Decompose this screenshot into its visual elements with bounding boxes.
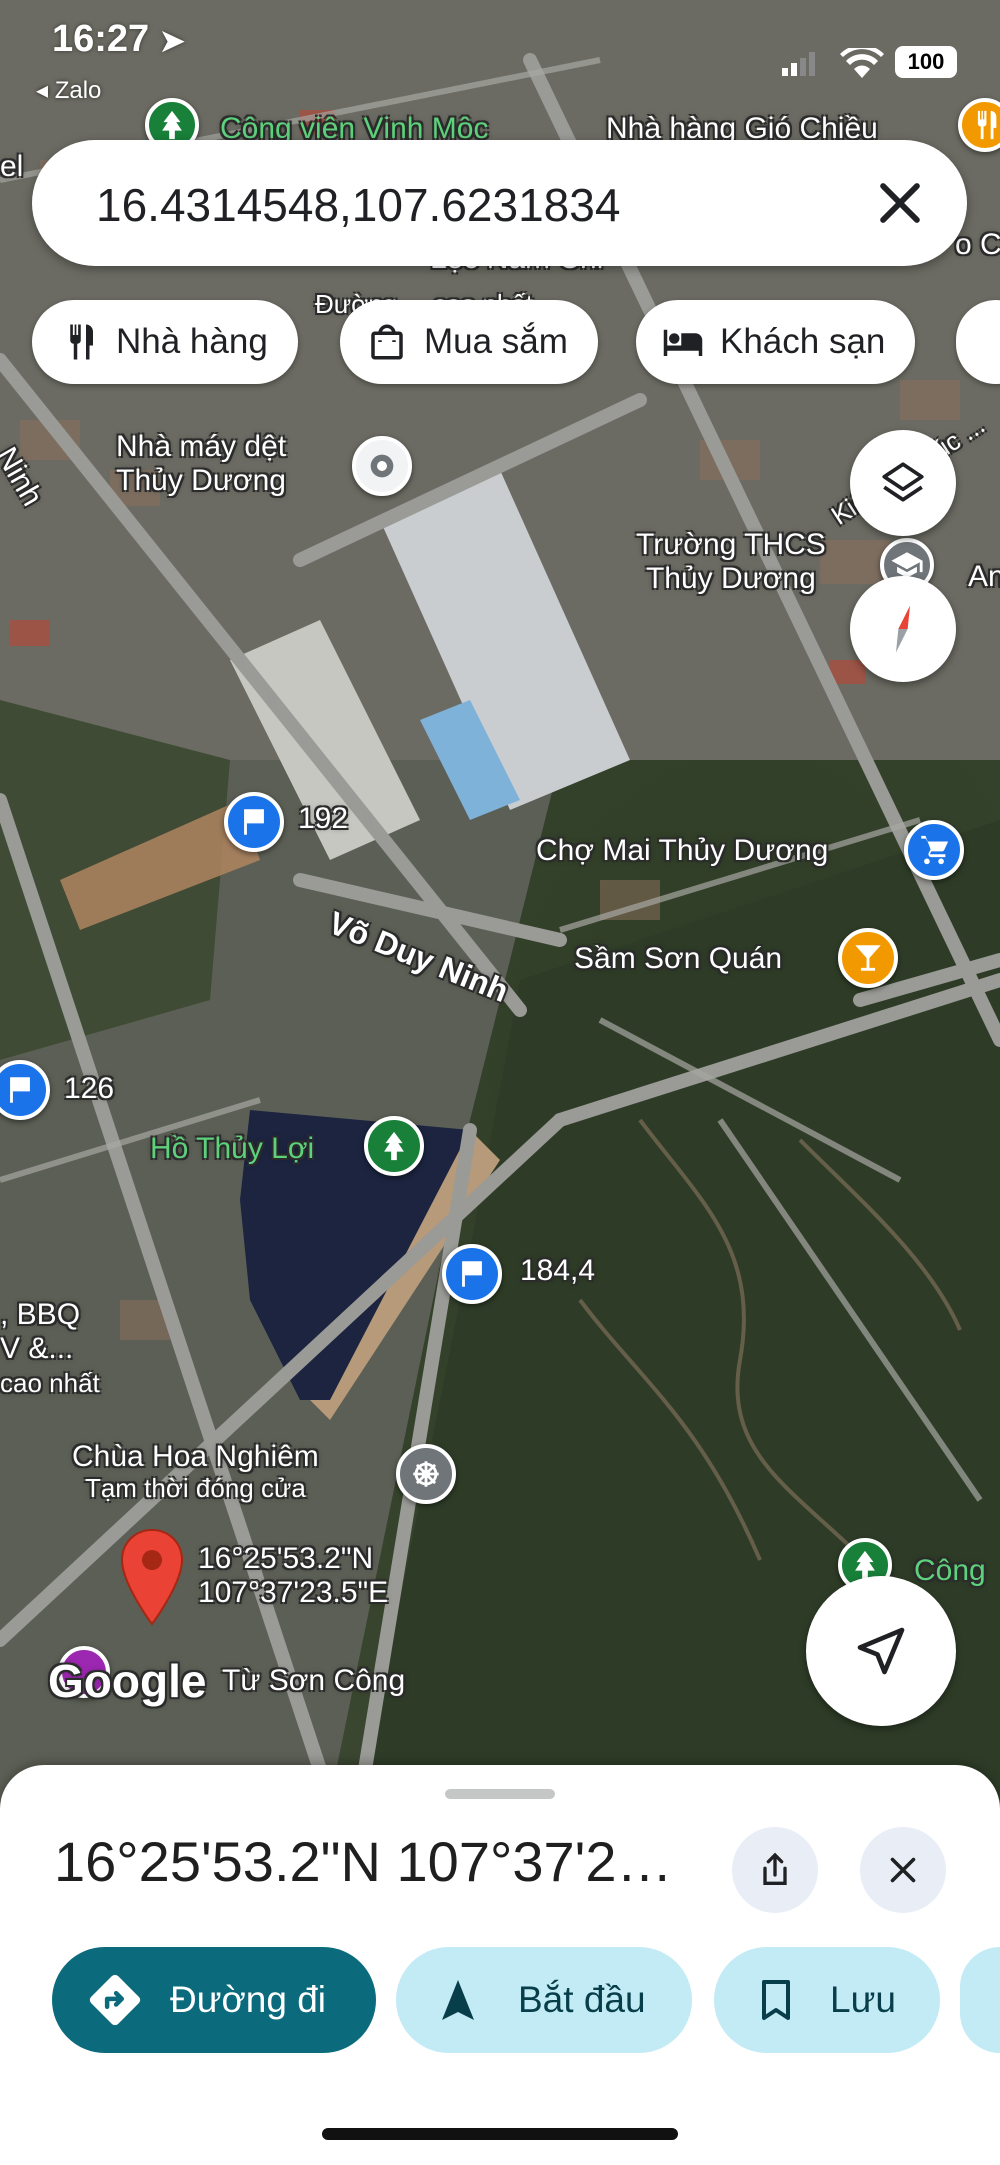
temple-dharma-wheel-icon[interactable] [396,1444,456,1504]
save-button[interactable]: Lưu [714,1947,940,2053]
parking-poi-icon-192[interactable] [224,792,284,852]
parking-label-126: 126 [64,1072,115,1105]
search-bar[interactable]: 16.4314548,107.6231834 [32,140,967,266]
my-location-button[interactable] [806,1576,956,1726]
battery-indicator: 100 [895,46,957,78]
poi-label-cong: Công [914,1554,986,1587]
start-button[interactable]: Bắt đầu [396,1947,692,2053]
poi-label-tu-son: Từ Sơn Công [222,1664,406,1697]
bbq-line2: V &... [0,1331,74,1365]
school-line1: Trường THCS [636,528,826,561]
cellular-signal-icon [782,52,815,76]
dropped-pin-icon[interactable] [118,1528,186,1628]
market-cart-icon[interactable] [904,820,964,880]
place-title: 16°25'53.2"N 107°37'23.5"E [54,1830,694,1893]
status-time: 16:27 ➤ [52,18,185,61]
poi-label-temple: Chùa Hoa Nghiêm Tạm thời đóng cửa [72,1440,319,1503]
satellite-map[interactable]: el Công viên Vịnh Mộc Nhà hàng Gió Chiều… [0,0,1000,1800]
share-button[interactable] [732,1827,818,1913]
hotel-bed-icon [663,329,703,356]
share-icon [763,1852,787,1885]
google-logo: Google [48,1655,207,1707]
edge-label-left: el [0,150,24,183]
back-to-app-link[interactable]: ◂ Zalo [36,76,101,105]
layers-button[interactable] [850,430,956,536]
place-bottom-sheet[interactable]: 16°25'53.2"N 107°37'23.5"E Đường đi Bắt … [0,1765,1000,2165]
parking-poi-icon-184[interactable] [442,1244,502,1304]
factory-line2: Thủy Dương [116,463,286,497]
bar-cocktail-icon[interactable] [838,928,898,988]
poi-label-bbq: , BBQ V &... cao nhất [0,1298,100,1398]
directions-icon [89,1974,141,2026]
search-input[interactable]: 16.4314548,107.6231834 [96,178,620,232]
temple-line1: Chùa Hoa Nghiêm [72,1440,319,1473]
time-text: 16:27 [52,18,150,60]
chip-shopping[interactable]: Mua sắm [340,300,598,384]
chip-restaurants-label: Nhà hàng [116,322,268,361]
school-line2: Thủy Dương [645,561,816,595]
lake-park-icon[interactable] [364,1116,424,1176]
wifi-icon [840,48,884,78]
poi-label-school: Trường THCS Thủy Dương [636,528,826,595]
parking-label-192: 192 [298,802,349,835]
dropped-pin-lat: 16°25'53.2"N [198,1542,374,1575]
home-indicator[interactable] [322,2128,678,2140]
bbq-line3: cao nhất [0,1368,100,1399]
close-sheet-button[interactable] [860,1827,946,1913]
dropped-pin-lng: 107°37'23.5"E [198,1575,389,1609]
factory-poi-icon[interactable] [352,436,412,496]
more-action-partial[interactable] [960,1947,1000,2053]
directions-label: Đường đi [170,1979,326,2020]
save-label: Lưu [830,1979,896,2020]
chip-hotels[interactable]: Khách sạn [636,300,916,384]
dropped-pin-label: 16°25'53.2"N 107°37'23.5"E [198,1542,388,1609]
directions-button[interactable]: Đường đi [52,1947,376,2053]
bookmark-icon [762,1980,790,2020]
compass-button[interactable] [850,576,956,682]
status-bar: 16:27 ➤ ◂ Zalo 100 [0,0,1000,104]
compass-icon [896,605,910,653]
chip-restaurants[interactable]: Nhà hàng [32,300,298,384]
poi-label-lake: Hồ Thủy Lợi [150,1132,315,1165]
temple-line2: Tạm thời đóng cửa [84,1472,306,1503]
location-arrow-icon: ➤ [159,25,185,58]
chip-hotels-label: Khách sạn [720,322,886,361]
sheet-drag-handle[interactable] [445,1789,555,1799]
layers-icon [882,462,924,502]
poi-label-market: Chợ Mai Thủy Dương [536,834,829,867]
navigation-arrow-icon [442,1980,474,2020]
edge-label-right: o C [955,228,1000,261]
factory-line1: Nhà máy dệt [116,430,287,463]
chip-shopping-label: Mua sắm [424,322,568,361]
close-icon [890,1857,916,1883]
restaurant-icon [70,324,93,360]
edge-label-an: An [968,560,1000,593]
start-label: Bắt đầu [518,1979,646,2020]
parking-label-184: 184,4 [520,1254,596,1287]
poi-label-factory: Nhà máy dệt Thủy Dương [116,430,286,497]
bbq-line1: , BBQ [0,1298,81,1331]
poi-label-bar: Sầm Sơn Quán [574,942,783,975]
navigation-arrow-outline-icon [857,1627,905,1675]
shopping-bag-icon [371,324,403,360]
close-icon[interactable] [871,174,929,232]
